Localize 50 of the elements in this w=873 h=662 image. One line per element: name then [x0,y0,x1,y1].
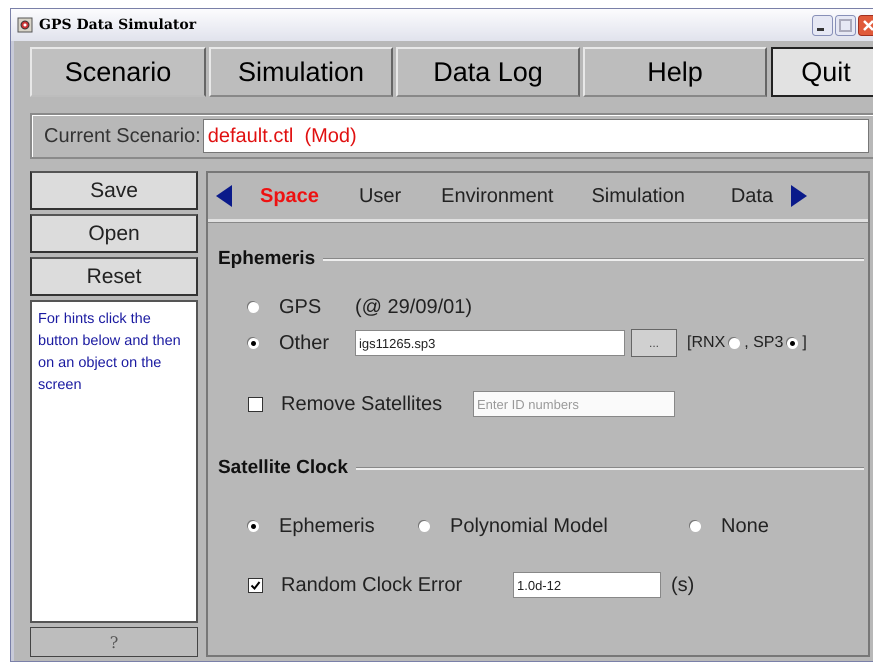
radio-label: GPS [279,296,322,319]
menu-tab[interactable]: Scenario [30,47,206,97]
radio-button[interactable] [787,338,798,348]
side-button[interactable]: Reset [30,257,198,296]
radio-label: Ephemeris [279,515,376,538]
browse-button[interactable]: ... [631,329,677,357]
format-bracket: ] [802,334,807,352]
close-icon[interactable] [858,14,873,36]
format-label: RNX [691,334,726,352]
sub-tab[interactable]: User [358,184,402,208]
menu-tab[interactable]: Simulation [209,47,393,97]
side-button[interactable]: Save [30,171,198,210]
sub-tab[interactable]: Data [730,184,774,208]
checkbox[interactable] [248,578,263,592]
radio-button[interactable] [248,521,259,532]
hint-text: For hints click the button below and then on an object on the screen [38,311,181,393]
scenario-field: default.ctl (Mod) [202,119,869,153]
radio-button[interactable] [248,338,259,348]
file-field[interactable]: igs11265.sp3 [355,330,625,356]
format-label: , SP3 [744,334,784,352]
radio-button[interactable] [419,521,430,532]
id-input[interactable]: Enter ID numbers [473,391,675,417]
format-bracket: [ [687,334,692,352]
checkbox[interactable] [248,396,263,412]
hint-button[interactable]: ? [30,627,198,657]
side-button[interactable]: Open [30,214,198,253]
date-note: (@ 29/09/01) [355,296,472,319]
unit-label: (s) [671,574,694,596]
section-heading: Ephemeris [218,248,316,270]
clock-error-field[interactable]: 1.0d-12 [513,572,661,598]
menu-tab[interactable]: Data Log [396,47,580,97]
scenario-label: Current Scenario: [44,124,201,148]
window-title: GPS Data Simulator [39,17,196,33]
radio-label: Other [279,332,330,354]
checkbox-label: Random Clock Error [281,574,464,596]
scroll-left-icon[interactable] [216,185,232,207]
radio-label: Polynomial Model [450,515,609,538]
app-icon [17,17,33,33]
sub-tab[interactable]: Simulation [591,184,685,208]
sub-tab[interactable]: Environment [441,184,554,208]
radio-button[interactable] [248,302,259,313]
scroll-right-icon[interactable] [791,185,808,207]
radio-label: None [721,515,769,538]
radio-button[interactable] [729,338,740,348]
menu-tab[interactable]: Help [583,47,767,97]
radio-button[interactable] [690,521,701,532]
section-heading: Satellite Clock [218,457,348,479]
checkbox-label: Remove Satellites [281,392,444,416]
minimize-icon[interactable] [812,14,833,36]
quit-button[interactable]: Quit [771,47,873,97]
